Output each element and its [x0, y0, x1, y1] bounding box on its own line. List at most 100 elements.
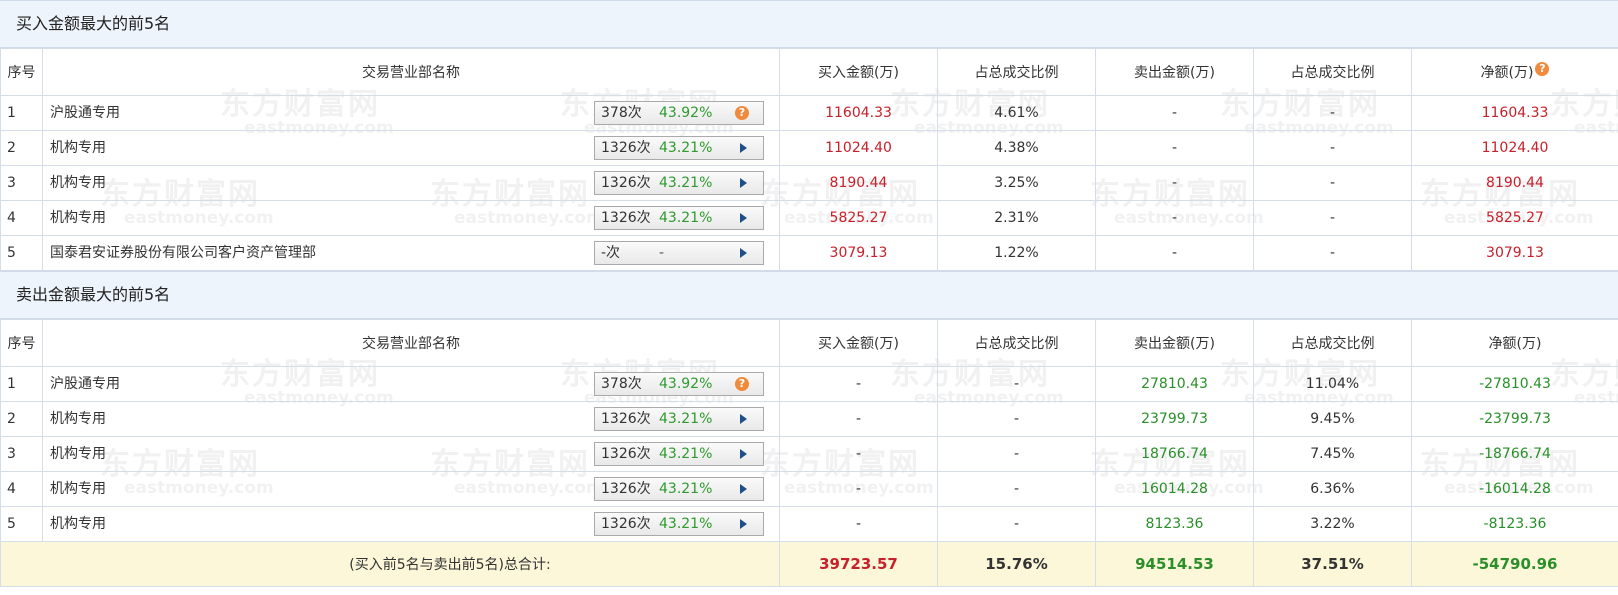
- buy-amount: 3079.13: [779, 235, 938, 271]
- sell-ratio: -: [1253, 130, 1412, 166]
- sell-ratio: 9.45%: [1253, 401, 1412, 437]
- sell-amount: -: [1095, 165, 1254, 201]
- sell-amount: 16014.28: [1095, 471, 1254, 507]
- buy-amount: -: [779, 401, 938, 437]
- col-header-idx: 序号: [0, 319, 43, 367]
- buy-ratio: -: [937, 471, 1096, 507]
- table-row: 2 机构专用 1326次 43.21% - -23799.73 9.45% -23799.73: [0, 401, 1618, 437]
- total-label: (买入前5名与卖出前5名)总合计:: [0, 541, 780, 587]
- buy-section-title: 买入金额最大的前5名: [0, 0, 1618, 48]
- buy-amount: -: [779, 506, 938, 542]
- col-header-idx: 序号: [0, 48, 43, 96]
- broker-stats-button[interactable]: 1326次 43.21%: [594, 477, 764, 501]
- total-buy-ratio: 15.76%: [937, 541, 1096, 587]
- arrow-right-icon[interactable]: [740, 519, 747, 529]
- broker-count: 1326次: [601, 481, 651, 497]
- table-row: 4 机构专用 1326次 43.21% - -16014.28 6.36% -16014.28: [0, 471, 1618, 507]
- buy-ratio: -: [937, 436, 1096, 472]
- net-amount: -23799.73: [1411, 401, 1618, 437]
- table-row: 4 机构专用 1326次 43.21% 5825.27 2.31% - -5825.27: [0, 200, 1618, 236]
- arrow-right-icon[interactable]: [740, 248, 747, 258]
- broker-pct: 43.21%: [659, 481, 713, 497]
- sell-ratio: 11.04%: [1253, 366, 1412, 402]
- total-row: (买入前5名与卖出前5名)总合计: 39723.57 15.76% 94514.…: [0, 541, 1618, 587]
- buy-ratio: 4.61%: [937, 95, 1096, 131]
- broker-name[interactable]: 机构专用: [50, 507, 106, 541]
- broker-stats-button[interactable]: 1326次 43.21%: [594, 442, 764, 466]
- broker-pct: 43.92%: [659, 105, 713, 121]
- total-sell-ratio: 37.51%: [1253, 541, 1412, 587]
- arrow-right-icon[interactable]: [740, 178, 747, 188]
- buy-table-header: 序号 交易营业部名称 买入金额(万) 占总成交比例 卖出金额(万) 占总成交比例…: [0, 48, 1618, 96]
- table-row: 2 机构专用 1326次 43.21% 11024.40 4.38% - -11024.40: [0, 130, 1618, 166]
- sell-table-header: 序号 交易营业部名称 买入金额(万) 占总成交比例 卖出金额(万) 占总成交比例…: [0, 319, 1618, 367]
- question-icon[interactable]: ?: [735, 377, 749, 391]
- col-header-buy-amount: 买入金额(万): [779, 319, 938, 367]
- broker-name[interactable]: 机构专用: [50, 402, 106, 436]
- broker-cell: 机构专用 1326次 43.21%: [42, 200, 780, 236]
- sell-ratio: 3.22%: [1253, 506, 1412, 542]
- sell-amount: -: [1095, 235, 1254, 271]
- sell-table: 序号 交易营业部名称 买入金额(万) 占总成交比例 卖出金额(万) 占总成交比例…: [0, 319, 1618, 587]
- sell-amount: -: [1095, 200, 1254, 236]
- broker-stats-button[interactable]: -次 -: [594, 241, 764, 265]
- broker-count: 1326次: [601, 411, 651, 427]
- arrow-right-icon[interactable]: [740, 143, 747, 153]
- question-icon[interactable]: ?: [735, 106, 749, 120]
- broker-stats-button[interactable]: 378次 43.92%?: [594, 372, 764, 396]
- broker-pct: 43.92%: [659, 376, 713, 392]
- sell-ratio: -: [1253, 235, 1412, 271]
- col-header-name: 交易营业部名称: [42, 319, 780, 367]
- buy-table: 序号 交易营业部名称 买入金额(万) 占总成交比例 卖出金额(万) 占总成交比例…: [0, 48, 1618, 271]
- row-index: 2: [0, 401, 43, 437]
- row-index: 4: [0, 200, 43, 236]
- broker-stats-button[interactable]: 378次 43.92%?: [594, 101, 764, 125]
- buy-amount: 11024.40: [779, 130, 938, 166]
- arrow-right-icon[interactable]: [740, 484, 747, 494]
- row-index: 5: [0, 506, 43, 542]
- net-amount: -16014.28: [1411, 471, 1618, 507]
- net-amount: 11604.33: [1411, 95, 1618, 131]
- row-index: 4: [0, 471, 43, 507]
- buy-amount: 11604.33: [779, 95, 938, 131]
- col-header-sell-ratio: 占总成交比例: [1253, 319, 1412, 367]
- broker-pct: 43.21%: [659, 446, 713, 462]
- buy-ratio: 4.38%: [937, 130, 1096, 166]
- buy-amount: -: [779, 366, 938, 402]
- broker-cell: 沪股通专用 378次 43.92%?: [42, 366, 780, 402]
- buy-amount: 8190.44: [779, 165, 938, 201]
- arrow-right-icon[interactable]: [740, 414, 747, 424]
- broker-name[interactable]: 沪股通专用: [50, 367, 120, 401]
- broker-name[interactable]: 沪股通专用: [50, 96, 120, 130]
- arrow-right-icon[interactable]: [740, 449, 747, 459]
- sell-ratio: -: [1253, 165, 1412, 201]
- broker-pct: 43.21%: [659, 210, 713, 226]
- broker-name[interactable]: 机构专用: [50, 437, 106, 471]
- broker-cell: 国泰君安证券股份有限公司客户资产管理部 -次 -: [42, 235, 780, 271]
- broker-name[interactable]: 机构专用: [50, 131, 106, 165]
- broker-stats-button[interactable]: 1326次 43.21%: [594, 171, 764, 195]
- broker-name[interactable]: 国泰君安证券股份有限公司客户资产管理部: [50, 236, 316, 270]
- broker-stats-button[interactable]: 1326次 43.21%: [594, 512, 764, 536]
- table-row: 5 国泰君安证券股份有限公司客户资产管理部 -次 -3079.13 1.22% - -307…: [0, 235, 1618, 271]
- broker-count: 1326次: [601, 140, 651, 156]
- net-amount: 8190.44: [1411, 165, 1618, 201]
- broker-name[interactable]: 机构专用: [50, 472, 106, 506]
- col-header-sell-amount: 卖出金额(万): [1095, 319, 1254, 367]
- net-help-icon[interactable]: ?: [1535, 62, 1550, 76]
- broker-name[interactable]: 机构专用: [50, 166, 106, 200]
- broker-name[interactable]: 机构专用: [50, 201, 106, 235]
- buy-ratio: -: [937, 366, 1096, 402]
- col-header-buy-ratio: 占总成交比例: [937, 48, 1096, 96]
- broker-pct: -: [659, 245, 665, 261]
- col-header-buy-ratio: 占总成交比例: [937, 319, 1096, 367]
- net-amount: 5825.27: [1411, 200, 1618, 236]
- table-row: 3 机构专用 1326次 43.21% 8190.44 3.25% - -8190.44: [0, 165, 1618, 201]
- broker-stats-button[interactable]: 1326次 43.21%: [594, 136, 764, 160]
- broker-stats-button[interactable]: 1326次 43.21%: [594, 407, 764, 431]
- broker-stats-button[interactable]: 1326次 43.21%: [594, 206, 764, 230]
- arrow-right-icon[interactable]: [740, 213, 747, 223]
- total-buy: 39723.57: [779, 541, 938, 587]
- broker-count: 1326次: [601, 446, 651, 462]
- broker-cell: 机构专用 1326次 43.21%: [42, 506, 780, 542]
